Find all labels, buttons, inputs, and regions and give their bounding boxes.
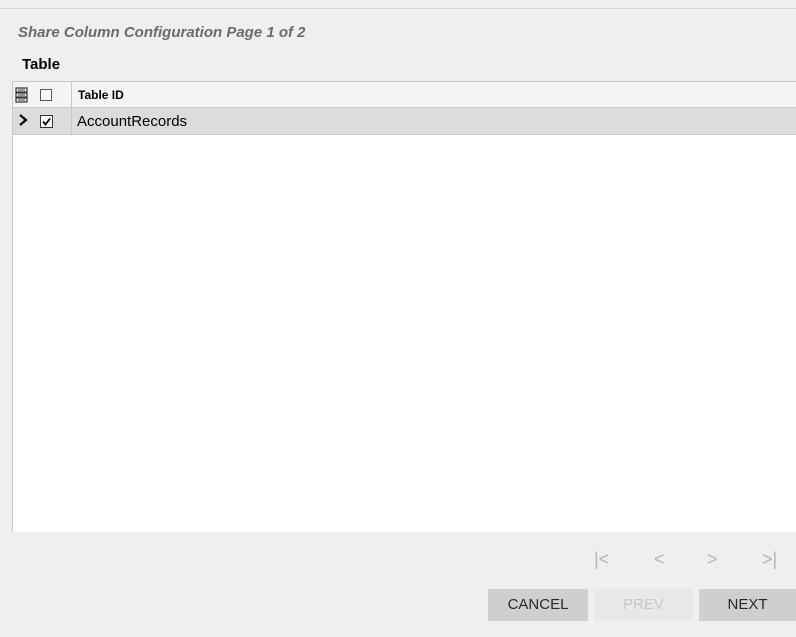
- grid-header: Table ID: [13, 82, 796, 108]
- table-grid: Table ID AccountRecords: [12, 81, 796, 532]
- section-title: Table: [22, 56, 61, 73]
- table-row[interactable]: AccountRecords: [13, 108, 796, 135]
- select-all-checkbox[interactable]: [40, 89, 52, 101]
- top-divider: [0, 8, 796, 9]
- first-page-button[interactable]: |<: [594, 549, 609, 570]
- checkmark-icon: [42, 117, 51, 126]
- chevron-right-icon[interactable]: [16, 111, 30, 129]
- last-page-button[interactable]: >|: [762, 549, 777, 570]
- next-page-button[interactable]: >: [707, 549, 718, 570]
- table-id-cell: AccountRecords: [77, 113, 188, 130]
- column-header-table-id[interactable]: Table ID: [78, 88, 124, 102]
- pagination: |< < > >|: [594, 549, 796, 569]
- row-checkbox[interactable]: [40, 115, 53, 128]
- column-divider: [71, 108, 72, 134]
- grid-settings-icon[interactable]: [14, 87, 30, 103]
- dialog-title: Share Column Configuration Page 1 of 2: [18, 24, 306, 41]
- column-divider: [71, 82, 72, 107]
- next-button[interactable]: NEXT: [699, 589, 796, 621]
- previous-page-button[interactable]: <: [654, 549, 665, 570]
- prev-button[interactable]: PREV: [594, 589, 693, 621]
- cancel-button[interactable]: CANCEL: [488, 589, 588, 621]
